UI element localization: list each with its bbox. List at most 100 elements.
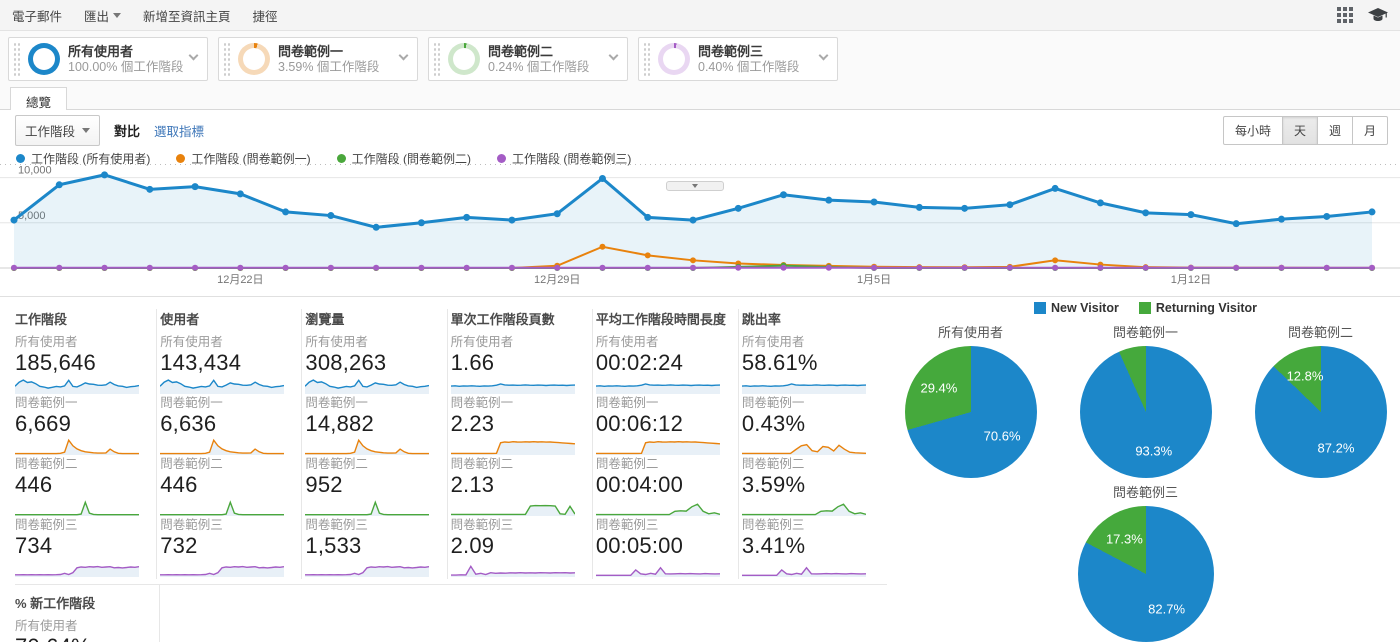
metric-cell: 問卷範例三1,533 — [305, 518, 434, 577]
metric-segment-label: 問卷範例二 — [305, 457, 434, 472]
export-button[interactable]: 匯出 — [84, 6, 121, 25]
sparkline — [305, 437, 429, 455]
chevron-down-icon[interactable] — [819, 51, 829, 61]
metric-cell: 問卷範例二00:04:00 — [596, 457, 726, 516]
metric-cell: 所有使用者308,263 — [305, 335, 434, 394]
metric-segment-label: 問卷範例三 — [596, 518, 726, 533]
granularity-button[interactable]: 每小時 — [1223, 116, 1283, 145]
pie-slice-label: 87.2% — [1318, 441, 1355, 456]
sparkline — [160, 376, 284, 394]
drag-handle-icon[interactable] — [13, 42, 22, 76]
metric-value: 2.23 — [451, 411, 580, 436]
chart-collapse-handle[interactable] — [666, 181, 724, 191]
visitor-pie-chart[interactable]: 87.2%12.8% — [1255, 346, 1387, 478]
data-point — [1369, 208, 1376, 215]
sparkline — [15, 498, 139, 516]
metric-cell: 所有使用者58.61% — [742, 335, 872, 394]
metric-value: 185,646 — [15, 350, 144, 375]
data-point — [11, 217, 18, 224]
metric-cell: 問卷範例三3.41% — [742, 518, 872, 577]
data-point — [645, 252, 651, 258]
metric-cell: 問卷範例一00:06:12 — [596, 396, 726, 455]
visitor-pie-chart[interactable]: 93.3% — [1080, 346, 1212, 478]
chevron-down-icon[interactable] — [399, 51, 409, 61]
granularity-button[interactable]: 週 — [1318, 116, 1353, 145]
metric-value: 00:06:12 — [596, 411, 726, 436]
drag-handle-icon[interactable] — [433, 42, 442, 76]
sparkline — [596, 437, 720, 455]
sparkline — [160, 559, 284, 577]
metric-cell: 問卷範例二2.13 — [451, 457, 580, 516]
data-point — [1369, 265, 1375, 271]
chevron-down-icon[interactable] — [189, 51, 199, 61]
segment-card[interactable]: 所有使用者100.00% 個工作階段 — [8, 37, 208, 81]
data-point — [645, 265, 651, 271]
select-metric-link[interactable]: 選取指標 — [154, 121, 204, 140]
metric-column: 平均工作階段時間長度所有使用者00:02:24問卷範例一00:06:12問卷範例… — [596, 309, 739, 579]
drag-handle-icon[interactable] — [223, 42, 232, 76]
segment-card[interactable]: 問卷範例一3.59% 個工作階段 — [218, 37, 418, 81]
data-point — [1278, 216, 1285, 223]
legend-item[interactable]: Returning Visitor — [1139, 301, 1257, 315]
data-point — [1052, 257, 1058, 263]
visitor-pie-chart[interactable]: 82.7%17.3% — [1078, 506, 1214, 642]
metric-segment-label: 問卷範例二 — [160, 457, 289, 472]
sparkline — [305, 376, 429, 394]
metric-segment-label: 問卷範例二 — [596, 457, 726, 472]
granularity-button[interactable]: 月 — [1353, 116, 1388, 145]
compare-label: 對比 — [114, 121, 140, 140]
data-point — [56, 181, 63, 188]
x-axis-label: 1月12日 — [1171, 274, 1211, 286]
metric-segment-label: 問卷範例一 — [742, 396, 872, 411]
metric-segment-label: 問卷範例三 — [305, 518, 434, 533]
data-point — [56, 265, 62, 271]
email-button[interactable]: 電子郵件 — [12, 6, 62, 25]
metric-cell: 所有使用者185,646 — [15, 335, 144, 394]
metric-select-dropdown[interactable]: 工作階段 — [15, 115, 100, 146]
apps-grid-icon[interactable] — [1337, 7, 1354, 24]
metric-cell: 問卷範例一2.23 — [451, 396, 580, 455]
segment-ring-icon — [238, 43, 270, 75]
data-point — [463, 214, 470, 221]
granularity-button[interactable]: 天 — [1283, 116, 1318, 145]
data-point — [101, 171, 108, 178]
x-axis-label: 1月5日 — [857, 274, 891, 286]
metric-value: 00:02:24 — [596, 350, 726, 375]
data-point — [599, 265, 605, 271]
metric-value: 00:05:00 — [596, 533, 726, 558]
data-point — [690, 265, 696, 271]
sparkline — [451, 498, 575, 516]
sparkline — [596, 498, 720, 516]
pie-slice-label: 29.4% — [920, 381, 957, 396]
add-to-dashboard-button[interactable]: 新增至資訊主頁 — [143, 6, 231, 25]
data-point — [508, 217, 515, 224]
data-point — [644, 214, 651, 221]
metric-cell: 問卷範例三734 — [15, 518, 144, 577]
data-point — [1233, 220, 1240, 227]
granularity-group: 每小時天週月 — [1223, 116, 1388, 145]
legend-item[interactable]: New Visitor — [1034, 301, 1119, 315]
data-point — [871, 198, 878, 205]
data-point — [599, 175, 606, 182]
metric-value: 6,669 — [15, 411, 144, 436]
data-point — [961, 205, 968, 212]
segment-card-text: 問卷範例三0.40% 個工作階段 — [698, 44, 799, 75]
data-point — [509, 265, 515, 271]
data-point — [735, 205, 742, 212]
data-point — [418, 265, 424, 271]
shortcuts-button[interactable]: 捷徑 — [253, 6, 278, 25]
metric-cell: 所有使用者143,434 — [160, 335, 289, 394]
metric-segment-label: 所有使用者 — [160, 335, 289, 350]
metric-segment-label: 問卷範例一 — [451, 396, 580, 411]
visitor-legend: New Visitor Returning Visitor — [893, 301, 1398, 315]
data-point — [781, 265, 787, 271]
academy-cap-icon[interactable] — [1368, 8, 1388, 23]
visitor-pie-chart[interactable]: 70.6%29.4% — [905, 346, 1037, 478]
data-point — [871, 265, 877, 271]
drag-handle-icon[interactable] — [643, 42, 652, 76]
segment-card[interactable]: 問卷範例三0.40% 個工作階段 — [638, 37, 838, 81]
sparkline — [160, 437, 284, 455]
segment-card[interactable]: 問卷範例二0.24% 個工作階段 — [428, 37, 628, 81]
metric-column: 工作階段所有使用者185,646問卷範例一6,669問卷範例二446問卷範例三7… — [15, 309, 157, 579]
chevron-down-icon[interactable] — [609, 51, 619, 61]
